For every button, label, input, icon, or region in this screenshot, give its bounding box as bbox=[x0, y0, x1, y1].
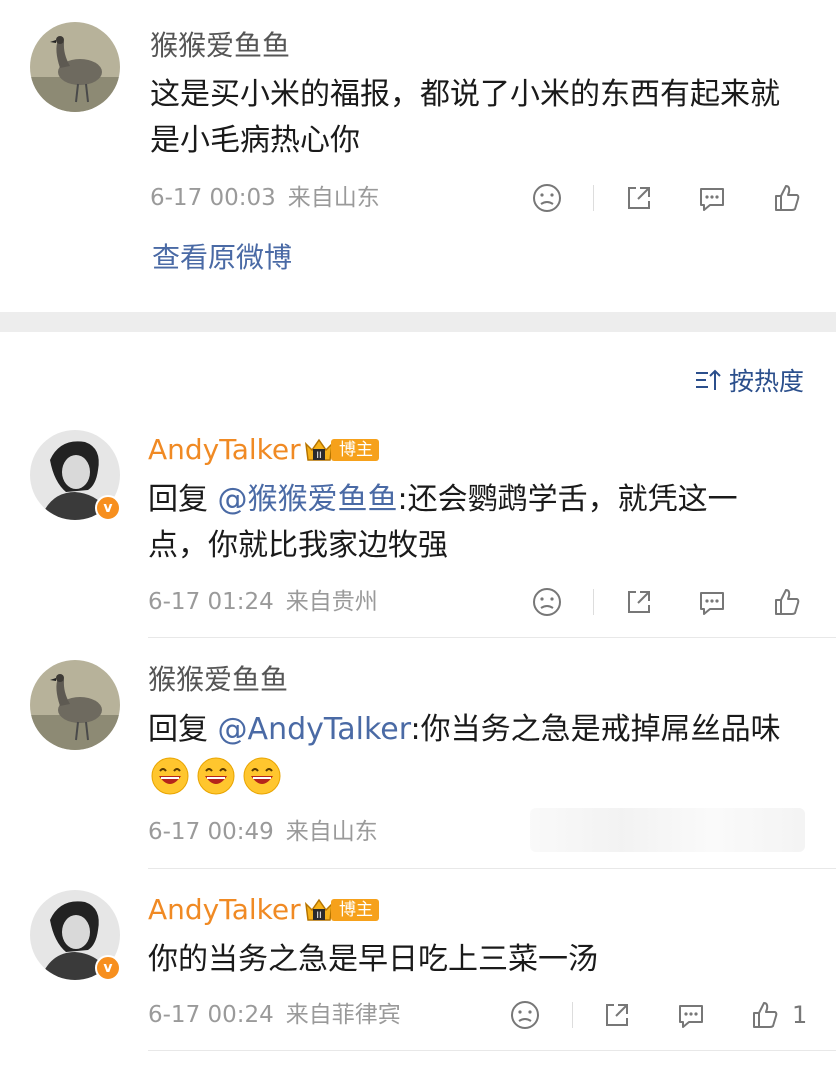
blogger-tag: 博主 bbox=[331, 899, 379, 921]
comment-location: 来自菲律宾 bbox=[285, 1002, 401, 1028]
share-icon[interactable] bbox=[600, 998, 634, 1032]
comment-location: 来自山东 bbox=[287, 185, 380, 211]
comment-text: 回复 @AndyTalker:你当务之急是戒掉屌丝品味 bbox=[148, 707, 808, 753]
avatar[interactable] bbox=[30, 22, 120, 112]
comment-time: 6-17 01:24 bbox=[148, 589, 274, 615]
author-name[interactable]: AndyTalker bbox=[148, 892, 301, 928]
like-icon[interactable] bbox=[770, 585, 804, 619]
like-icon[interactable] bbox=[770, 181, 804, 215]
laughing-emoji-icon bbox=[150, 756, 190, 796]
avatar[interactable] bbox=[30, 660, 120, 750]
laughing-emoji-icon bbox=[196, 756, 236, 796]
dislike-icon[interactable] bbox=[530, 181, 564, 215]
original-comment: 猴猴爱鱼鱼 这是买小米的福报，都说了小米的东西有起来就是小毛病热心你 6-17 … bbox=[0, 0, 836, 312]
dislike-icon[interactable] bbox=[530, 585, 564, 619]
svg-text:II: II bbox=[316, 451, 321, 461]
comment-text: 你的当务之急是早日吃上三菜一汤 bbox=[148, 942, 598, 977]
comment-meta: 6-17 01:24 来自贵州 bbox=[148, 587, 378, 617]
blogger-tag: 博主 bbox=[331, 439, 379, 461]
comment-icon[interactable] bbox=[695, 585, 729, 619]
dislike-icon[interactable] bbox=[508, 998, 542, 1032]
mention-link[interactable]: @AndyTalker bbox=[218, 712, 411, 747]
author-name[interactable]: AndyTalker bbox=[148, 432, 301, 468]
comment-icon[interactable] bbox=[674, 998, 708, 1032]
blogger-badge: II 博主 bbox=[303, 436, 379, 464]
comment-divider bbox=[148, 637, 836, 638]
sort-label: 按热度 bbox=[728, 367, 804, 396]
comment-meta: 6-17 00:49 来自山东 bbox=[148, 817, 378, 847]
comment-location: 来自贵州 bbox=[285, 589, 378, 615]
svg-text:II: II bbox=[316, 911, 321, 921]
author-name[interactable]: 猴猴爱鱼鱼 bbox=[148, 662, 288, 698]
laughing-emoji-icon bbox=[242, 756, 282, 796]
section-divider bbox=[0, 312, 836, 332]
comment-text: 回复 @猴猴爱鱼鱼:还会鹦鹉学舌，就凭这一点，你就比我家边牧强 bbox=[148, 477, 788, 569]
reply-body: :你当务之急是戒掉屌丝品味 bbox=[410, 712, 781, 747]
share-icon[interactable] bbox=[622, 585, 656, 619]
blogger-badge: II 博主 bbox=[303, 896, 379, 924]
separator bbox=[572, 1002, 573, 1028]
comment-location: 来自山东 bbox=[285, 819, 378, 845]
comment-text: 这是买小米的福报，都说了小米的东西有起来就是小毛病热心你 bbox=[150, 77, 780, 158]
view-original-link[interactable]: 查看原微博 bbox=[152, 240, 292, 276]
verified-badge-icon: v bbox=[95, 495, 121, 521]
verified-badge-icon: v bbox=[95, 955, 121, 981]
like-count: 1 bbox=[792, 1001, 808, 1029]
blurred-action-bar bbox=[530, 808, 805, 852]
separator bbox=[593, 589, 594, 615]
share-icon[interactable] bbox=[622, 181, 656, 215]
reply-prefix: 回复 bbox=[148, 482, 218, 517]
sort-icon bbox=[695, 369, 721, 390]
comment-divider bbox=[148, 1050, 836, 1051]
comment-icon[interactable] bbox=[695, 181, 729, 215]
like-icon[interactable] bbox=[748, 998, 782, 1032]
separator bbox=[593, 185, 594, 211]
goose-avatar-image bbox=[30, 22, 120, 112]
comment-time: 6-17 00:03 bbox=[150, 185, 276, 211]
reply-prefix: 回复 bbox=[148, 712, 218, 747]
sort-by-popularity-button[interactable]: 按热度 bbox=[693, 362, 804, 398]
comment-divider bbox=[148, 868, 836, 869]
goose-avatar-image bbox=[30, 660, 120, 750]
comment-meta: 6-17 00:03 来自山东 bbox=[150, 183, 380, 213]
comment-time: 6-17 00:24 bbox=[148, 1002, 274, 1028]
comment-time: 6-17 00:49 bbox=[148, 819, 274, 845]
author-name[interactable]: 猴猴爱鱼鱼 bbox=[150, 28, 290, 64]
emoji-row bbox=[150, 756, 288, 796]
comment-meta: 6-17 00:24 来自菲律宾 bbox=[148, 1000, 401, 1030]
mention-link[interactable]: @猴猴爱鱼鱼 bbox=[218, 482, 398, 517]
